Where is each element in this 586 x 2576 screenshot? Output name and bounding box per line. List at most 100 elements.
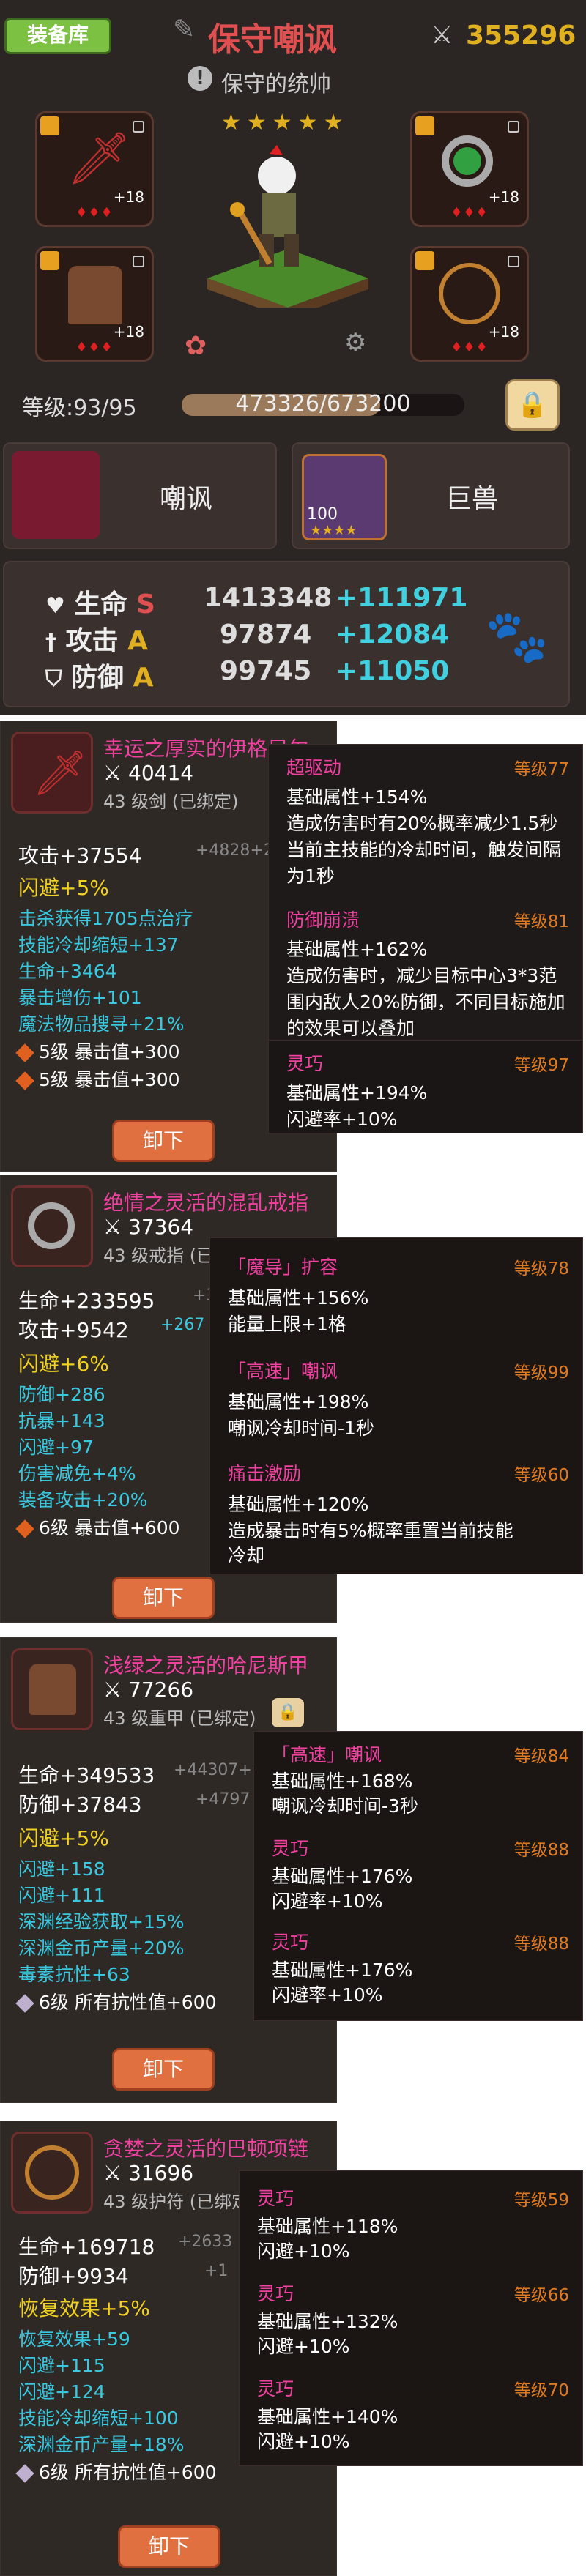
hero-name: 保守嘲讽 [208, 21, 337, 59]
beast-skill-level: 100 [307, 505, 338, 524]
stats-panel: ♥ 生命 S 1413348 +111971 † 攻击 A 97874 +120… [3, 561, 570, 707]
stat-defense: ⛉ 防御 A 99745 +11050 [45, 656, 514, 694]
crossed-swords-icon: ⚔ [103, 1678, 129, 1702]
hero-portrait[interactable] [196, 139, 379, 319]
affix-line: 魔法物品搜寻+21% [18, 1013, 185, 1035]
armor-icon [68, 266, 122, 324]
effect-desc: 嘲讽冷却时间-3秒 [272, 1795, 418, 1817]
paw-icon[interactable]: 🐾 [485, 606, 549, 667]
crossed-swords-icon: ⚔ [103, 1215, 129, 1239]
effect-level: 等级78 [513, 1259, 569, 1278]
hp-bonus: +111971 [335, 583, 468, 613]
stat-attack: † 攻击 A 97874 +12084 [45, 619, 514, 658]
item-tooltip: 灵巧 等级59 基础属性+118% 闪避+10% 灵巧 等级66 基础属性+13… [239, 2170, 583, 2466]
def-value: 99745 [220, 656, 312, 686]
gem-icon [15, 1994, 34, 2013]
affix-line: 生命+3464 [18, 961, 117, 982]
effect-desc: 闪避+10% [257, 2241, 350, 2262]
item-title: 贪婪之灵活的巴顿项链 [103, 2137, 309, 2161]
def-label: 防御 [71, 663, 125, 693]
stat-hp: ♥ 生命 S 1413348 +111971 [45, 583, 514, 621]
affix-line: 击杀获得1705点治疗 [18, 908, 193, 929]
pet-icon[interactable]: ✿ [185, 331, 207, 361]
item-tooltip: 「高速」嘲讽 等级84 基础属性+168% 嘲讽冷却时间-3秒 灵巧 等级88 … [253, 1731, 583, 2021]
unequip-button[interactable]: 卸下 [112, 1120, 215, 1162]
item-level: 43 级护符 (已绑定) [103, 2192, 256, 2212]
stat-line: 生命+169718 [18, 2235, 155, 2259]
atk-label: 攻击 [65, 626, 119, 656]
stat-line: 防御+37843 [18, 1793, 142, 1817]
power-value: 355296 [466, 21, 576, 51]
effect-level: 等级66 [513, 2286, 569, 2305]
affix-line: 深渊金币产量+18% [18, 2434, 185, 2455]
stat-bonus: +44307+2 [174, 1761, 262, 1779]
skill-taunt[interactable]: 嘲讽 [3, 442, 277, 549]
sword-stat-icon: † [45, 630, 56, 655]
lock-button[interactable]: 🔒 [505, 379, 560, 431]
hp-label: 生命 [74, 589, 127, 619]
stat-line: 生命+233595 [18, 1289, 155, 1313]
affix-line: 防御+286 [18, 1384, 105, 1405]
effect-title: 灵巧 [272, 1932, 309, 1953]
hero-subtitle: 保守的统帅 [221, 72, 331, 97]
edit-icon[interactable]: ✎ [173, 15, 195, 45]
effect-desc: 当前主技能的冷却时间，触发间隔 [286, 839, 562, 860]
effect-desc: 闪避率+10% [272, 1891, 383, 1912]
stat-line: 闪避+5% [18, 1826, 109, 1850]
effect-title: 超驱动 [286, 757, 342, 778]
affix-line: 闪避+111 [18, 1885, 105, 1906]
unequip-button[interactable]: 卸下 [118, 2525, 220, 2568]
weapon-slot[interactable]: 🗡 +18 ♦♦♦ [35, 111, 154, 227]
effect-desc: 基础属性+198% [228, 1391, 369, 1412]
effect-title: 灵巧 [257, 2188, 294, 2209]
stat-line: 防御+9934 [18, 2264, 129, 2288]
rarity-corner-icon [40, 251, 59, 270]
unequip-button[interactable]: 卸下 [112, 2048, 215, 2091]
item-power: ⚔ 37364 [103, 1215, 194, 1239]
effect-level: 等级88 [513, 1935, 569, 1954]
affix-line: 闪避+115 [18, 2355, 105, 2376]
effect-desc: 基础属性+140% [257, 2406, 398, 2427]
gem-icon [15, 1043, 34, 1062]
armor-slot[interactable]: +18 ♦♦♦ [35, 246, 154, 362]
def-bonus: +11050 [335, 656, 450, 686]
lock-icon [508, 121, 519, 133]
affix-line: 伤害减免+4% [18, 1463, 136, 1484]
item-tooltip: 超驱动 等级77 基础属性+154% 造成伤害时有20%概率减少1.5秒 当前主… [268, 744, 583, 1090]
inventory-button[interactable]: 装备库 [4, 18, 111, 54]
effect-desc: 冷却 [228, 1545, 265, 1566]
stat-line: 闪避+6% [18, 1352, 109, 1376]
effect-desc: 基础属性+156% [228, 1287, 369, 1309]
effect-title: 「魔导」扩容 [228, 1257, 338, 1278]
skill-beast[interactable]: 100 ★★★★ 巨兽 [292, 442, 570, 549]
taunt-skill-icon [12, 451, 100, 539]
stat-bonus: +4797 [196, 1790, 251, 1809]
affix-line: 毒素抗性+63 [18, 1964, 130, 1985]
effect-level: 等级59 [513, 2191, 569, 2210]
lock-icon[interactable]: 🔒 [272, 1698, 304, 1727]
ring-plus-level: +18 [488, 188, 519, 206]
unequip-button[interactable]: 卸下 [112, 1577, 215, 1619]
effect-desc: 造成伤害时有20%概率减少1.5秒 [286, 813, 558, 834]
affix-line: 抗暴+143 [18, 1410, 105, 1432]
heart-icon: ♥ [45, 593, 65, 619]
ring-icon [442, 135, 493, 187]
exclamation-icon[interactable]: ! [188, 66, 212, 91]
effect-desc: 基础属性+154% [286, 786, 428, 808]
beast-skill-stars: ★★★★ [310, 523, 357, 538]
ring-slot[interactable]: +18 ♦♦♦ [410, 111, 529, 227]
settings-icon[interactable]: ⚙ [344, 328, 366, 357]
affix-line: 暴击增伤+101 [18, 987, 142, 1008]
lock-icon [508, 256, 519, 267]
effect-desc: 嘲讽冷却时间-1秒 [228, 1418, 374, 1439]
crossed-swords-icon: ⚔ [103, 761, 129, 785]
effect-desc: 闪避率+10% [286, 1109, 398, 1130]
rarity-corner-icon [415, 251, 434, 270]
affix-line: 闪避+124 [18, 2381, 105, 2402]
effect-desc: 基础属性+132% [257, 2311, 398, 2332]
effect-desc: 能量上限+1格 [228, 1314, 346, 1335]
necklace-plus-level: +18 [488, 323, 519, 340]
affix-line: 闪避+158 [18, 1858, 105, 1880]
necklace-slot[interactable]: +18 ♦♦♦ [410, 246, 529, 362]
gem-icon [15, 1519, 34, 1538]
